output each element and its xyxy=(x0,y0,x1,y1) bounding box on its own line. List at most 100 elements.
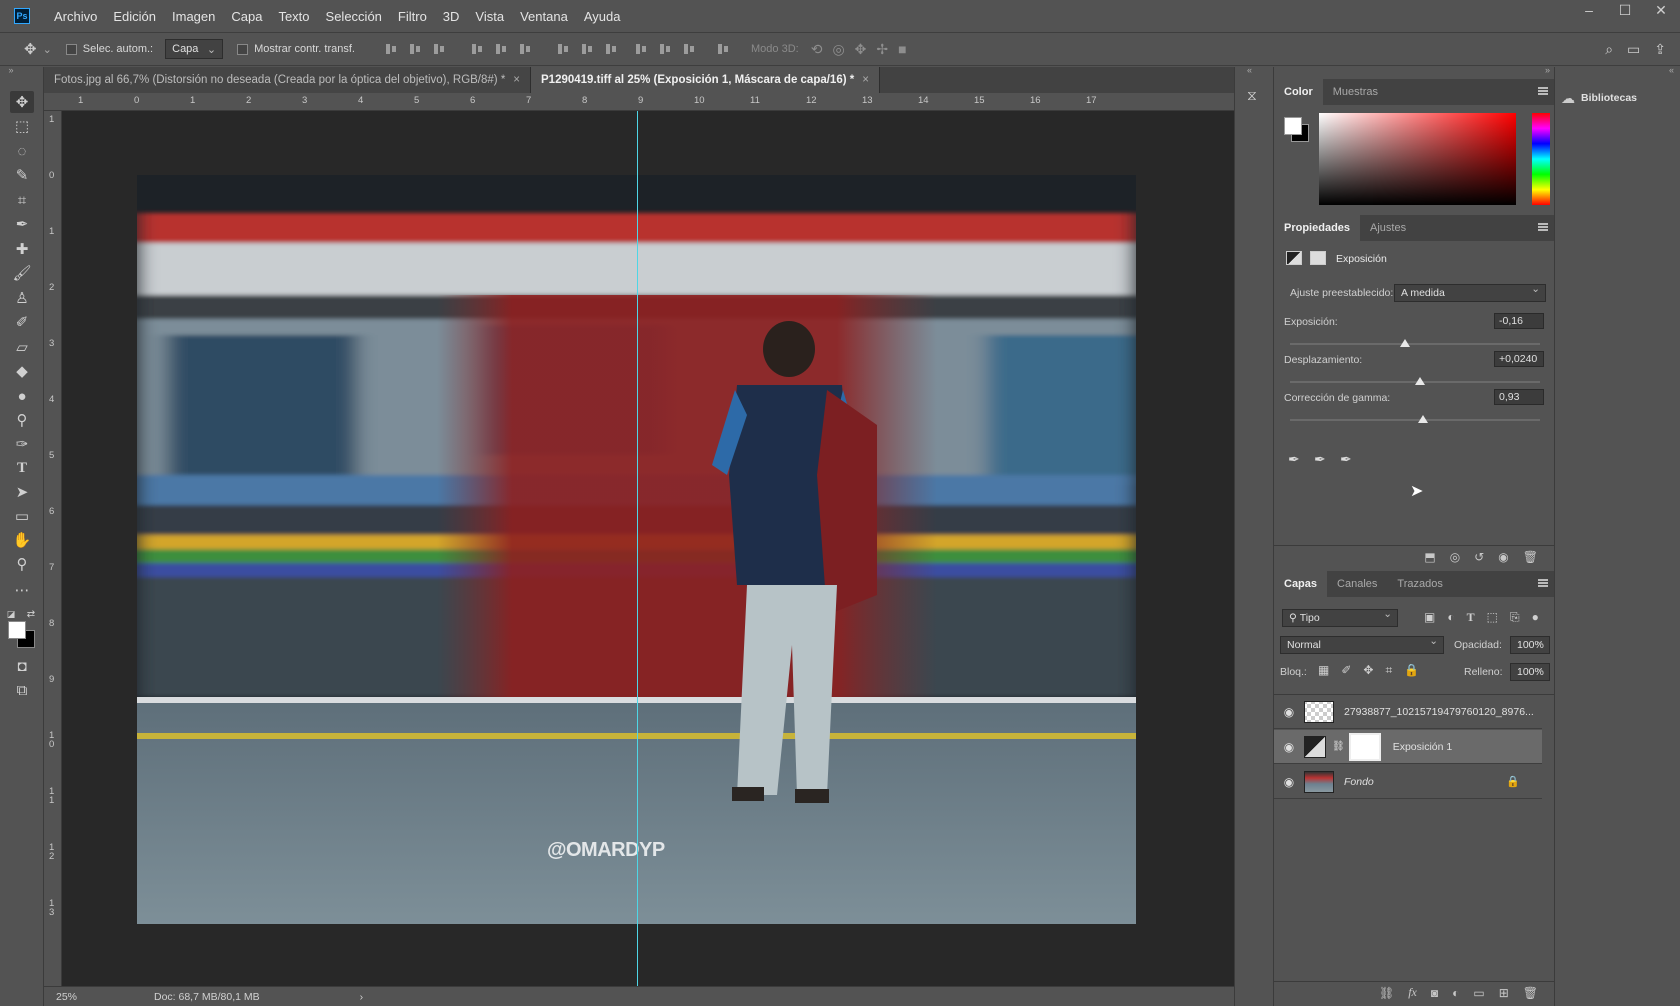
scale-3d-icon[interactable]: ■ xyxy=(898,41,906,58)
pan-3d-icon[interactable]: ✥ xyxy=(855,41,867,58)
filter-type-icon[interactable]: T xyxy=(1467,610,1475,625)
link-icon[interactable]: ⛓ xyxy=(1379,986,1394,1000)
visibility-eye-icon[interactable]: ◉ xyxy=(1282,740,1296,754)
document-canvas[interactable]: @OMARDYP xyxy=(62,111,1234,986)
roll-3d-icon[interactable]: ◎ xyxy=(832,41,844,58)
pen-tool-icon[interactable]: ✑ xyxy=(10,433,34,455)
lock-all-icon[interactable]: 🔒 xyxy=(1404,663,1419,678)
marquee-tool-icon[interactable]: ⬚ xyxy=(10,115,34,137)
delete-adjustment-icon[interactable]: 🗑 xyxy=(1523,550,1538,564)
adjustment-type-icon[interactable] xyxy=(1286,251,1302,265)
libraries-tab[interactable]: ☁ Bibliotecas xyxy=(1561,87,1675,109)
lock-move-icon[interactable]: ✥ xyxy=(1363,663,1373,678)
orbit-3d-icon[interactable]: ⟲ xyxy=(811,41,823,58)
menu-vista[interactable]: Vista xyxy=(467,9,512,24)
visibility-eye-icon[interactable]: ◉ xyxy=(1282,705,1296,719)
panel-expand-icon[interactable]: « xyxy=(1247,65,1252,75)
rectangle-tool-icon[interactable]: ▭ xyxy=(10,505,34,527)
align-hcenter-icon[interactable] xyxy=(494,42,508,56)
move-tool-icon[interactable]: ✥ xyxy=(10,91,34,113)
align-bottom-icon[interactable] xyxy=(432,42,446,56)
close-icon[interactable]: ✕ xyxy=(1650,2,1672,19)
layer-filter-dropdown[interactable]: ⚲ Tipo xyxy=(1282,608,1398,627)
color-spectrum[interactable] xyxy=(1319,113,1516,205)
reset-icon[interactable]: ↺ xyxy=(1474,550,1484,564)
preset-dropdown[interactable]: A medida xyxy=(1394,283,1546,302)
filter-toggle-icon[interactable]: ● xyxy=(1532,610,1539,625)
adjustment-icon[interactable]: ◐ xyxy=(1452,986,1459,1000)
maximize-icon[interactable]: ☐ xyxy=(1614,2,1636,19)
panel-menu-icon[interactable] xyxy=(1538,87,1548,95)
exposure-slider-thumb[interactable] xyxy=(1400,339,1410,347)
exposure-input[interactable]: -0,16 xyxy=(1494,313,1544,329)
lock-paint-icon[interactable]: ✐ xyxy=(1341,663,1351,678)
foreground-color-swatch[interactable] xyxy=(8,621,26,639)
offset-slider-thumb[interactable] xyxy=(1415,377,1425,385)
path-selection-tool-icon[interactable]: ➤ xyxy=(10,481,34,503)
menu-3d[interactable]: 3D xyxy=(435,9,468,24)
gamma-input[interactable]: 0,93 xyxy=(1494,389,1544,405)
tab-close-icon[interactable]: × xyxy=(862,74,869,86)
tab-close-icon[interactable]: × xyxy=(513,74,520,86)
align-vcenter-icon[interactable] xyxy=(408,42,422,56)
eyedropper-black-icon[interactable]: ✒ xyxy=(1288,451,1300,468)
visibility-icon[interactable]: ◉ xyxy=(1498,550,1508,564)
tab-canales[interactable]: Canales xyxy=(1327,571,1387,597)
status-menu-arrow[interactable]: › xyxy=(360,991,364,1003)
chain-link-icon[interactable]: ⛓ xyxy=(1332,741,1345,752)
share-icon[interactable]: ⇪ xyxy=(1654,41,1666,58)
tab-trazados[interactable]: Trazados xyxy=(1387,571,1452,597)
lock-artboard-icon[interactable]: ⌗ xyxy=(1385,663,1392,678)
tab-color[interactable]: Color xyxy=(1274,79,1323,105)
panel-collapse-icon[interactable]: » xyxy=(4,65,18,75)
clip-to-layer-icon[interactable]: ⬒ xyxy=(1424,550,1435,564)
zoom-tool-icon[interactable]: ⚲ xyxy=(10,553,34,575)
layer-mask-icon[interactable] xyxy=(1310,251,1326,265)
history-brush-tool-icon[interactable]: ✐ xyxy=(10,311,34,333)
blur-tool-icon[interactable]: ● xyxy=(10,385,34,407)
distribute-bottom-icon[interactable] xyxy=(604,42,618,56)
tab-ajustes[interactable]: Ajustes xyxy=(1360,215,1416,241)
view-previous-icon[interactable]: ◎ xyxy=(1450,550,1460,564)
align-left-icon[interactable] xyxy=(470,42,484,56)
distribute-hcenter-icon[interactable] xyxy=(658,42,672,56)
clone-stamp-tool-icon[interactable]: ♙ xyxy=(10,287,34,309)
menu-imagen[interactable]: Imagen xyxy=(164,9,223,24)
move-tool-icon[interactable]: ✥ xyxy=(24,40,37,58)
brush-tool-icon[interactable]: 🖌 xyxy=(10,262,34,284)
gamma-slider-track[interactable] xyxy=(1290,419,1540,421)
menu-ventana[interactable]: Ventana xyxy=(512,9,576,24)
crop-tool-icon[interactable]: ⌗ xyxy=(10,189,34,211)
dodge-tool-icon[interactable]: ⚲ xyxy=(10,409,34,431)
distribute-right-icon[interactable] xyxy=(682,42,696,56)
layer-row-smart[interactable]: ◉ 27938877_10215719479760120_8976... xyxy=(1274,695,1542,729)
filter-adjustment-icon[interactable]: ◐ xyxy=(1447,610,1454,625)
panel-menu-icon[interactable] xyxy=(1538,223,1548,231)
paint-bucket-tool-icon[interactable]: ◆ xyxy=(10,360,34,382)
healing-brush-tool-icon[interactable]: ✚ xyxy=(10,238,34,260)
menu-archivo[interactable]: Archivo xyxy=(46,9,105,24)
eyedropper-tool-icon[interactable]: ✒ xyxy=(10,213,34,235)
tab-fotos[interactable]: Fotos.jpg al 66,7% (Distorsión no desead… xyxy=(44,67,532,93)
align-right-icon[interactable] xyxy=(518,42,532,56)
hue-slider[interactable] xyxy=(1532,113,1550,205)
zoom-level[interactable]: 25% xyxy=(56,991,136,1003)
trash-icon[interactable]: 🗑 xyxy=(1523,986,1538,1000)
search-icon[interactable]: ⌕ xyxy=(1605,41,1613,58)
align-top-icon[interactable] xyxy=(384,42,398,56)
ruler-vertical[interactable]: 1 0 1 2 3 4 5 6 7 8 9 10 11 12 13 xyxy=(44,111,62,986)
eyedropper-white-icon[interactable]: ✒ xyxy=(1340,451,1352,468)
panel-collapse-icon[interactable]: » xyxy=(1545,65,1550,75)
filter-smart-object-icon[interactable]: ⎘ xyxy=(1510,610,1520,625)
menu-edicion[interactable]: Edición xyxy=(105,9,164,24)
distribute-vcenter-icon[interactable] xyxy=(580,42,594,56)
swap-colors-icon[interactable]: ⇄ xyxy=(24,603,38,625)
menu-filtro[interactable]: Filtro xyxy=(390,9,435,24)
menu-capa[interactable]: Capa xyxy=(223,9,270,24)
offset-input[interactable]: +0,0240 xyxy=(1494,351,1544,367)
tab-p1290419[interactable]: P1290419.tiff al 25% (Exposición 1, Másc… xyxy=(531,67,880,93)
auto-align-icon[interactable] xyxy=(716,42,730,56)
fx-icon[interactable]: fx xyxy=(1408,985,1417,1000)
tool-preset-chevron-icon[interactable]: ⌄ xyxy=(43,43,52,56)
hand-tool-icon[interactable]: ✋ xyxy=(10,529,34,551)
